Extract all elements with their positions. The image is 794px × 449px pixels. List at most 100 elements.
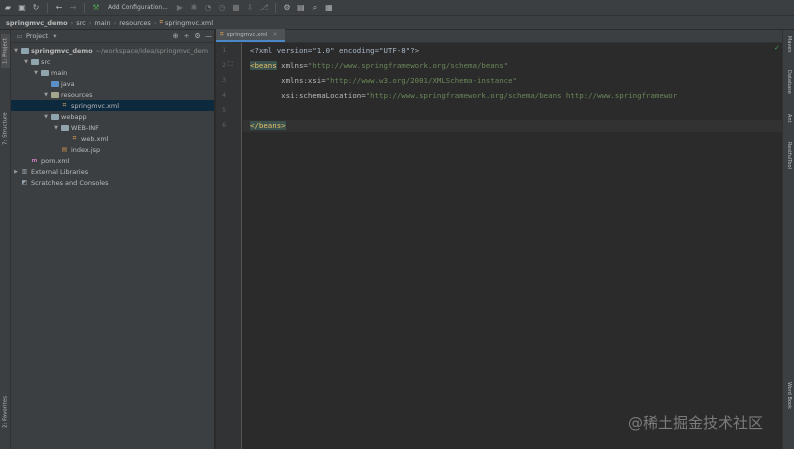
expand-arrow-icon[interactable]: ▼ [42, 114, 50, 120]
code-line[interactable]: <beans xmlns="http://www.springframework… [250, 61, 508, 70]
tree-item-index-jsp[interactable]: ▤ index.jsp [11, 144, 214, 155]
debug-icon[interactable]: ✱ [189, 3, 199, 13]
tree-item-label: main [51, 68, 68, 77]
tree-item-springmvc-demo[interactable]: ▼ springmvc_demo ~/workspace/idea/spring… [11, 45, 214, 56]
web-folder-icon [50, 113, 59, 120]
breadcrumb-separator: › [88, 18, 92, 27]
code-line[interactable]: </beans> [250, 121, 286, 130]
spring-xml-icon: ⌗ [62, 101, 67, 109]
tree-item-label: web.xml [81, 134, 109, 143]
forward-icon[interactable]: → [68, 3, 78, 13]
sync-icon[interactable]: ↻ [31, 3, 41, 13]
add-configuration-button[interactable]: Add Configuration... [105, 2, 171, 13]
tree-item-webapp[interactable]: ▼ webapp [11, 111, 214, 122]
tool-tab-maven[interactable]: Maven [784, 36, 794, 62]
search-icon[interactable]: ⌕ [310, 3, 320, 13]
chevron-down-icon[interactable]: ▾ [53, 32, 56, 40]
tool-tab-structure[interactable]: 7: Structure [1, 108, 10, 150]
code-token: xsi:schemaLocation= [250, 91, 366, 100]
folder-open-icon[interactable]: ▰ [3, 3, 13, 13]
build-icon[interactable]: ⚒ [91, 3, 101, 13]
minimize-icon[interactable]: — [203, 32, 214, 40]
tree-item-label: WEB-INF [71, 123, 99, 132]
locate-icon[interactable]: ⊕ [170, 32, 181, 40]
tab-label: springmvc.xml [226, 31, 268, 38]
code-line[interactable]: xsi:schemaLocation="http://www.springfra… [250, 91, 677, 100]
tree-item-pom-xml[interactable]: m pom.xml [11, 155, 214, 166]
expand-arrow-icon[interactable]: ▼ [12, 48, 20, 54]
tree-item-java[interactable]: java [11, 78, 214, 89]
line-number: 5 [222, 106, 226, 114]
line-number: 6 [222, 121, 226, 129]
tree-item-path: ~/workspace/idea/springmvc_dem [95, 46, 209, 55]
breadcrumb-item[interactable]: src [76, 19, 86, 27]
breadcrumb: springmvc_demo › src › main › resources … [0, 16, 794, 30]
code-token: <beans [250, 61, 277, 70]
expand-arrow-icon[interactable]: ▼ [22, 59, 30, 65]
expand-arrow-icon[interactable]: ▶ [12, 169, 20, 175]
code-token: </beans> [250, 121, 286, 130]
tree-item-springmvc-xml[interactable]: ⌗ springmvc.xml [11, 100, 214, 111]
code-line[interactable]: xmlns:xsi="http://www.w3.org/2001/XMLSch… [250, 76, 517, 85]
stop-icon[interactable]: ■ [231, 3, 241, 13]
tool-tab-favorites[interactable]: 2: Favorites [1, 392, 10, 432]
xml-file-icon: ⌗ [72, 134, 77, 142]
tree-item-scratches[interactable]: ◩ Scratches and Consoles [11, 177, 214, 188]
tree-item-src[interactable]: ▼ src [11, 56, 214, 67]
editor-tabs: ⌗ springmvc.xml × [216, 29, 782, 43]
spring-bean-gutter-icon[interactable]: ⛶ [228, 60, 233, 69]
expand-arrow-icon[interactable]: ▼ [32, 70, 40, 76]
tree-item-external-libraries[interactable]: ▶ ▥ External Libraries [11, 166, 214, 177]
collapse-icon[interactable]: ÷ [181, 32, 192, 40]
tool-tab-project[interactable]: 1: Project [1, 34, 10, 68]
folder-icon [30, 58, 39, 65]
line-number: 1 [222, 46, 226, 54]
tool-tab-ant[interactable]: Ant [784, 114, 794, 134]
tool-tab-restfultool[interactable]: RestfulTool [784, 142, 794, 188]
tree-item-web-xml[interactable]: ⌗ web.xml [11, 133, 214, 144]
scratches-icon: ◩ [21, 179, 28, 186]
code-token: xmlns:xsi= [250, 76, 326, 85]
spring-xml-icon: ⌗ [159, 18, 164, 26]
source-folder-icon [50, 80, 59, 87]
tool-tab-database[interactable]: Database [784, 70, 794, 106]
inspection-ok-icon[interactable]: ✓ [774, 44, 780, 52]
coverage-icon[interactable]: ◔ [203, 3, 213, 13]
close-icon[interactable]: × [272, 31, 277, 38]
tree-item-label: resources [61, 90, 93, 99]
vcs-icon[interactable]: ⎇ [259, 3, 269, 13]
tree-item-label: springmvc.xml [71, 101, 120, 110]
save-icon[interactable]: ▣ [17, 3, 27, 13]
breadcrumb-item[interactable]: main [94, 19, 110, 27]
profile-icon[interactable]: ◷ [217, 3, 227, 13]
breadcrumb-item[interactable]: springmvc_demo [6, 19, 68, 27]
update-icon[interactable]: ⇩ [245, 3, 255, 13]
gear-icon[interactable]: ⚙ [192, 32, 203, 40]
run-icon[interactable]: ▶ [175, 3, 185, 13]
layout-icon[interactable]: ▦ [324, 3, 334, 13]
settings-icon[interactable]: ⚙ [282, 3, 292, 13]
breadcrumb-separator: › [153, 18, 157, 27]
tree-item-web-inf[interactable]: ▼ WEB-INF [11, 122, 214, 133]
tree-item-label: java [61, 79, 75, 88]
structure-icon[interactable]: ▤ [296, 3, 306, 13]
project-panel-title[interactable]: Project [26, 32, 48, 40]
code-line[interactable]: <?xml version="1.0" encoding="UTF-8"?> [250, 46, 419, 55]
tree-item-label: External Libraries [31, 167, 89, 176]
right-tool-strip: Maven Database Ant RestfulTool Word Book [782, 30, 794, 449]
expand-arrow-icon[interactable]: ▼ [42, 92, 50, 98]
tool-tab-word-book[interactable]: Word Book [784, 382, 794, 426]
tree-item-main[interactable]: ▼ main [11, 67, 214, 78]
tree-item-resources[interactable]: ▼ resources [11, 89, 214, 100]
breadcrumb-item-file[interactable]: ⌗ springmvc.xml [159, 18, 213, 27]
code-token: "http://www.springframework.org/schema/b… [307, 61, 509, 70]
watermark: @稀土掘金技术社区 [628, 414, 764, 432]
back-icon[interactable]: ← [54, 3, 64, 13]
project-panel: ▭ Project ▾ ⊕ ÷ ⚙ — ▼ springmvc_demo ~/w… [11, 30, 215, 449]
code-editor[interactable]: <?xml version="1.0" encoding="UTF-8"?> <b… [243, 43, 782, 449]
breadcrumb-item[interactable]: resources [119, 19, 151, 27]
folder-icon [40, 69, 49, 76]
tree-item-label: webapp [61, 112, 87, 121]
tab-springmvc-xml[interactable]: ⌗ springmvc.xml × [216, 29, 286, 42]
expand-arrow-icon[interactable]: ▼ [52, 125, 60, 131]
